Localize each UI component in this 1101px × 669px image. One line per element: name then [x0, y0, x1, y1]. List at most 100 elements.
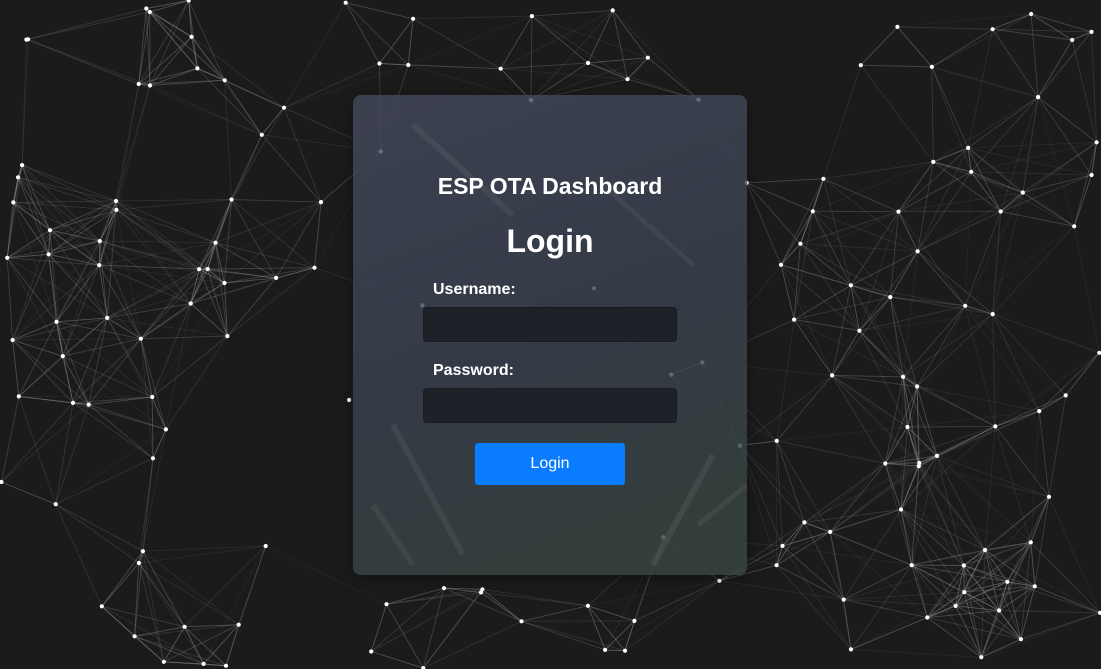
network-link: [831, 285, 852, 376]
network-node: [622, 648, 628, 653]
network-node: [222, 78, 227, 83]
network-link: [531, 9, 613, 17]
login-page: ESP OTA Dashboard Login Username: Passwo…: [0, 0, 1101, 669]
network-node: [150, 456, 156, 461]
network-link: [1030, 13, 1073, 41]
network-link: [26, 8, 147, 41]
network-link: [422, 587, 445, 669]
network-node: [821, 176, 826, 181]
network-link: [831, 375, 908, 428]
login-card: ESP OTA Dashboard Login Username: Passwo…: [353, 95, 747, 575]
network-link: [964, 192, 1024, 307]
network-node: [997, 608, 1002, 613]
network-link: [521, 605, 589, 622]
network-link: [587, 605, 606, 651]
network-node: [195, 66, 200, 71]
network-link: [422, 589, 483, 669]
network-link: [627, 57, 649, 80]
network-link: [782, 545, 912, 566]
network-link: [531, 15, 589, 64]
network-link: [964, 305, 1040, 412]
network-node: [113, 198, 119, 204]
network-link: [793, 319, 833, 376]
network-link: [800, 243, 852, 286]
network-link: [971, 171, 1092, 176]
network-node: [140, 549, 145, 554]
network-node: [1028, 540, 1033, 545]
network-link: [283, 2, 347, 108]
network-node: [222, 280, 227, 286]
network-link: [1007, 581, 1101, 614]
network-link: [1037, 39, 1073, 98]
network-link: [860, 26, 898, 66]
login-button[interactable]: Login: [475, 443, 625, 485]
network-node: [498, 66, 503, 71]
network-node: [603, 647, 608, 653]
network-node: [60, 354, 65, 359]
network-link: [919, 425, 996, 464]
network-node: [901, 374, 906, 379]
network-link: [831, 330, 860, 376]
network-link: [55, 457, 154, 505]
network-node: [16, 394, 21, 399]
network-node: [259, 132, 264, 137]
network-link: [804, 521, 912, 566]
network-link: [115, 85, 151, 211]
network-node: [105, 315, 110, 320]
network-link: [151, 335, 228, 398]
network-node: [798, 241, 803, 246]
network-node: [132, 634, 137, 639]
network-link: [482, 588, 588, 607]
network-node: [54, 319, 59, 324]
network-node: [896, 209, 901, 214]
network-link: [18, 321, 57, 397]
network-node: [189, 34, 194, 39]
network-link: [995, 352, 1100, 427]
network-node: [915, 249, 920, 254]
network-link: [408, 64, 501, 70]
network-link: [739, 375, 833, 446]
network-node: [411, 16, 416, 21]
network-link: [823, 161, 934, 180]
network-link: [370, 588, 483, 652]
network-link: [412, 18, 501, 70]
network-link: [1022, 174, 1092, 193]
network-link: [860, 64, 934, 163]
network-node: [281, 105, 287, 110]
network-node: [982, 547, 988, 553]
network-link: [345, 2, 414, 20]
network-node: [138, 336, 143, 341]
network-link: [115, 200, 200, 270]
network-link: [140, 282, 225, 340]
network-link: [146, 0, 189, 9]
username-input[interactable]: [423, 307, 677, 342]
network-node: [343, 0, 348, 5]
network-link: [984, 496, 1050, 551]
network-link: [931, 66, 969, 149]
network-link: [799, 211, 814, 244]
network-link: [413, 15, 532, 20]
network-link: [981, 612, 1101, 658]
password-input[interactable]: [423, 388, 677, 423]
network-node: [1037, 409, 1042, 414]
network-node: [888, 295, 893, 300]
network-link: [992, 313, 1067, 396]
network-node: [883, 461, 888, 466]
network-link: [115, 83, 140, 210]
network-link: [26, 11, 150, 41]
network-link: [407, 18, 414, 66]
network-link: [917, 386, 1040, 412]
network-node: [1036, 95, 1041, 100]
network-node: [1070, 37, 1075, 43]
network-node: [963, 303, 968, 308]
network-link: [224, 201, 322, 284]
network-link: [345, 2, 380, 64]
network-link: [1030, 13, 1092, 33]
network-node: [97, 263, 102, 268]
network-link: [812, 161, 934, 212]
network-link: [6, 257, 14, 341]
network-node: [830, 373, 835, 378]
network-node: [802, 520, 807, 525]
network-link: [62, 356, 74, 403]
network-link: [231, 199, 277, 279]
